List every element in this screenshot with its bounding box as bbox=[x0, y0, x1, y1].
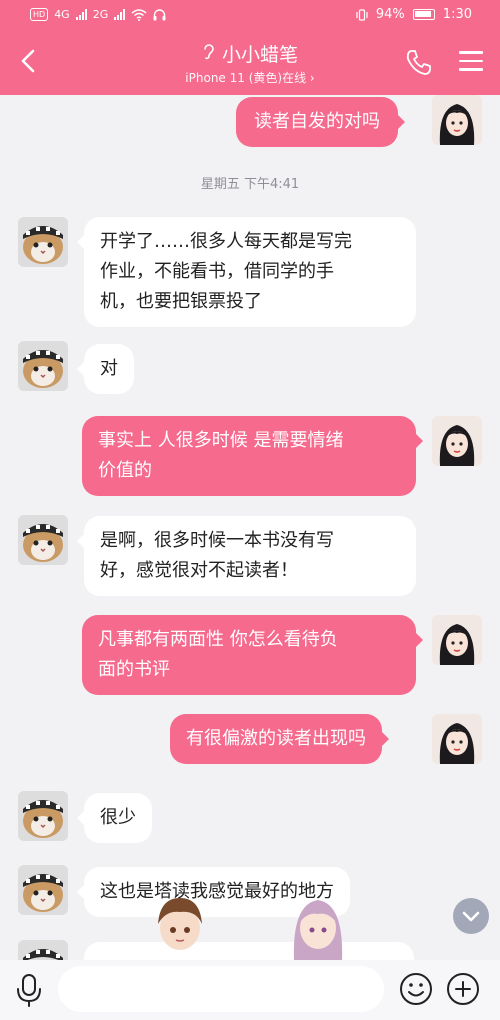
headset-icon bbox=[153, 8, 166, 20]
message-timestamp: 星期五 下午4:41 bbox=[200, 177, 300, 192]
message-outgoing[interactable]: 凡事都有两面性 你怎么看待负 面的书评 bbox=[82, 615, 423, 695]
clock: 1:30 bbox=[442, 7, 472, 22]
message-line: 作业，不能看书，借同学的手 bbox=[100, 261, 334, 282]
contact-avatar[interactable] bbox=[18, 791, 68, 841]
my-avatar[interactable] bbox=[432, 416, 482, 466]
my-avatar[interactable] bbox=[432, 714, 482, 764]
call-button[interactable] bbox=[404, 48, 432, 76]
vibrate-icon bbox=[356, 8, 368, 21]
input-bar bbox=[0, 960, 500, 1020]
wifi-icon bbox=[131, 8, 147, 21]
smile-icon bbox=[400, 973, 432, 1005]
message-outgoing[interactable]: 事实上 人很多时候 是需要情绪 价值的 bbox=[82, 416, 423, 496]
contact-avatar[interactable] bbox=[18, 515, 68, 565]
message-line: 凡事都有两面性 你怎么看待负 bbox=[98, 629, 338, 650]
contact-avatar[interactable] bbox=[18, 865, 68, 915]
battery-icon bbox=[412, 9, 435, 20]
status-right: 94% 1:30 bbox=[356, 7, 472, 22]
signal-icon bbox=[75, 9, 87, 20]
chat-header: HD 4G 2G 94% 1:30 小小蜡笔 iPhone 11 (黄色)在线 … bbox=[0, 0, 500, 95]
hd-badge: HD bbox=[30, 8, 49, 21]
message-text: 读者自发的对吗 bbox=[254, 111, 380, 132]
signal-icon-2 bbox=[114, 9, 126, 20]
status-left: HD 4G 2G bbox=[30, 8, 166, 21]
chibi-girl-decoration bbox=[288, 890, 348, 960]
my-avatar[interactable] bbox=[432, 615, 482, 665]
message-text: 很少 bbox=[100, 807, 136, 828]
message-outgoing[interactable]: 读者自发的对吗 bbox=[236, 97, 405, 147]
chevron-down-icon bbox=[462, 911, 480, 922]
status-bar: HD 4G 2G 94% 1:30 bbox=[0, 0, 500, 32]
emoji-button[interactable] bbox=[399, 972, 433, 1006]
menu-button[interactable] bbox=[459, 51, 483, 73]
message-line: 面的书评 bbox=[98, 659, 170, 680]
message-line: 是啊，很多时候一本书没有写 bbox=[100, 530, 334, 551]
ear-icon bbox=[202, 43, 216, 65]
phone-icon bbox=[406, 50, 431, 75]
more-actions-button[interactable] bbox=[446, 972, 480, 1006]
contact-avatar[interactable] bbox=[18, 341, 68, 391]
message-incoming[interactable]: 对 bbox=[77, 344, 134, 394]
message-incoming[interactable]: 开学了……很多人每天都是写完 作业，不能看书，借同学的手 机，也要把银票投了 bbox=[77, 217, 416, 327]
message-text: 有很偏激的读者出现吗 bbox=[186, 728, 366, 749]
contact-avatar[interactable] bbox=[18, 217, 68, 267]
network-label-2: 2G bbox=[92, 8, 109, 21]
message-line: 事实上 人很多时候 是需要情绪 bbox=[98, 430, 344, 451]
message-line: 机，也要把银票投了 bbox=[100, 291, 262, 312]
message-line: 好，感觉很对不起读者！ bbox=[100, 560, 298, 581]
message-line: 价值的 bbox=[98, 460, 152, 481]
menu-icon bbox=[459, 51, 483, 71]
battery-percent: 94% bbox=[375, 7, 405, 22]
message-incoming[interactable]: 是啊，很多时候一本书没有写 好，感觉很对不起读者！ bbox=[77, 516, 416, 596]
message-incoming[interactable]: 很少 bbox=[77, 793, 152, 843]
message-incoming-partial[interactable] bbox=[84, 942, 414, 960]
plus-icon bbox=[447, 973, 479, 1005]
my-avatar[interactable] bbox=[432, 95, 482, 145]
voice-button[interactable] bbox=[14, 972, 44, 1008]
contact-avatar[interactable] bbox=[18, 940, 68, 960]
message-input[interactable] bbox=[58, 966, 384, 1012]
chibi-boy-decoration bbox=[150, 890, 210, 960]
message-text: 对 bbox=[100, 358, 118, 379]
message-outgoing[interactable]: 有很偏激的读者出现吗 bbox=[170, 714, 389, 764]
microphone-icon bbox=[17, 974, 41, 1007]
scroll-to-bottom-button[interactable] bbox=[453, 898, 489, 934]
network-label-1: 4G bbox=[54, 8, 70, 21]
message-line: 开学了……很多人每天都是写完 bbox=[100, 231, 352, 252]
message-list[interactable]: 读者自发的对吗 星期五 下午4:41 开学了……很多人每天都是写完 作业，不能看… bbox=[0, 95, 500, 960]
contact-name: 小小蜡笔 bbox=[221, 44, 298, 66]
